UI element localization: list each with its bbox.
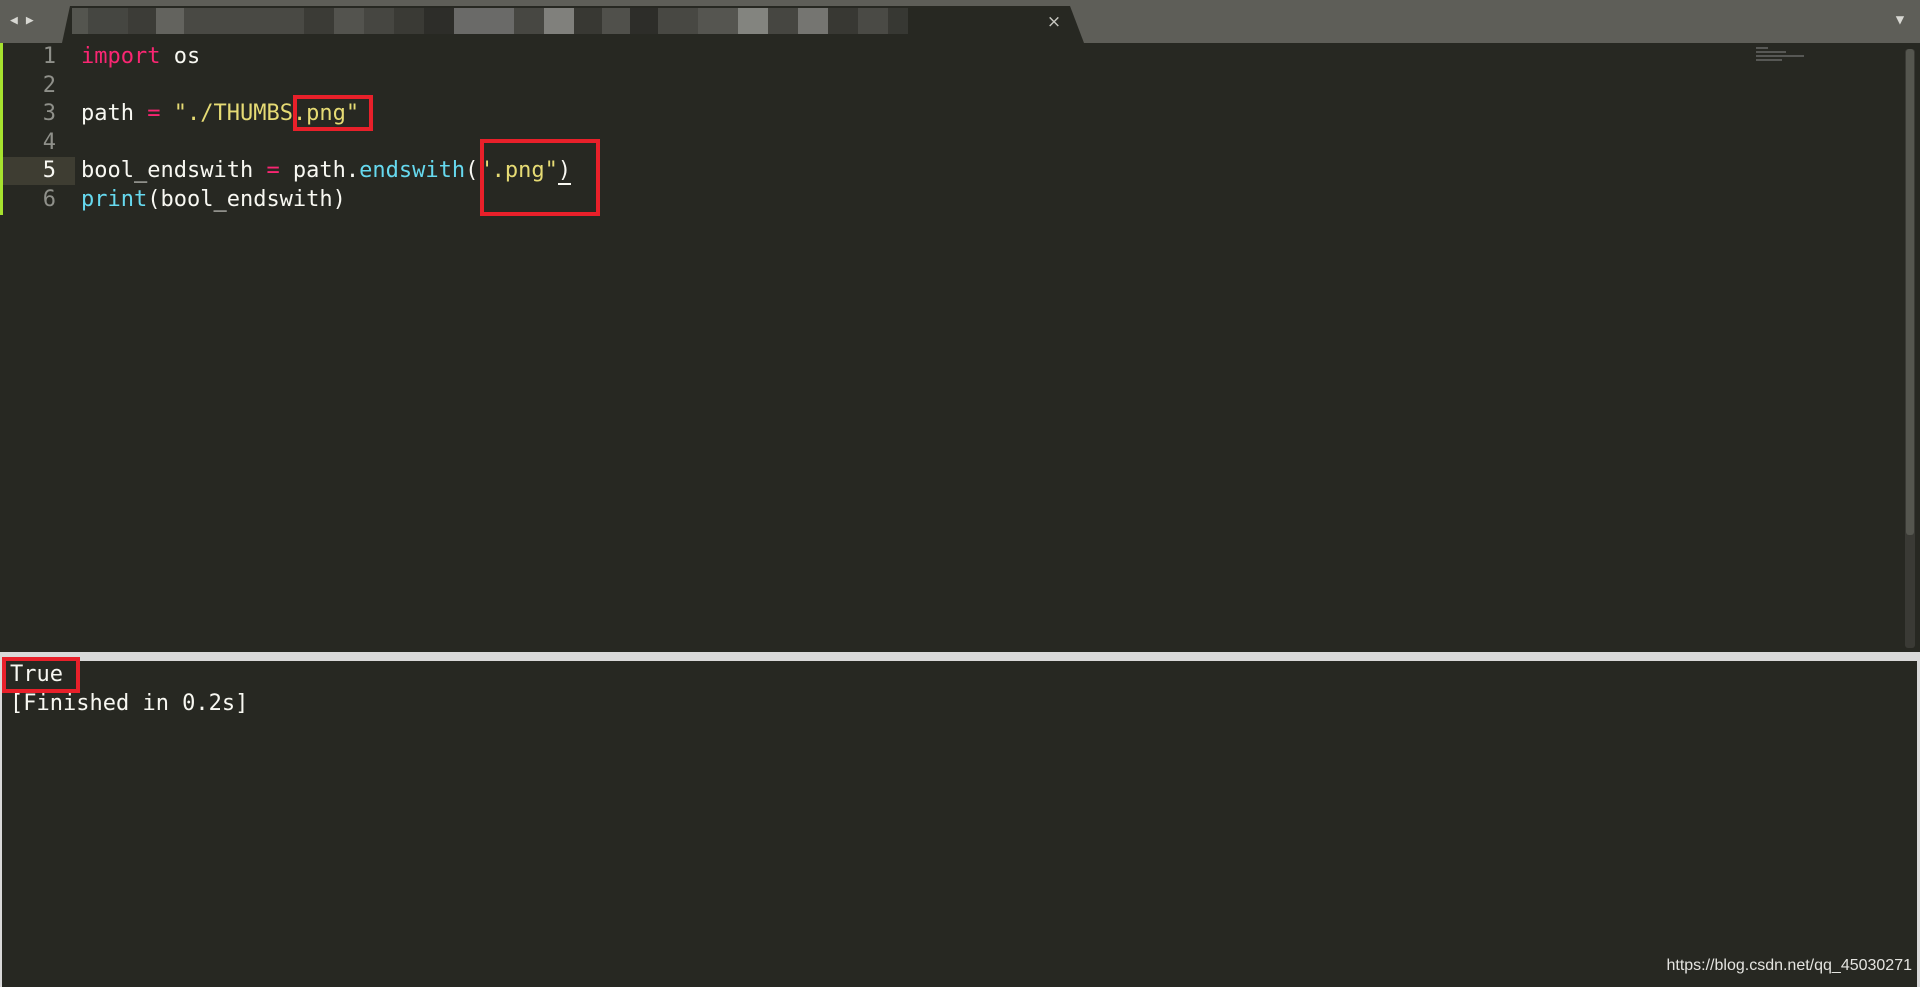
code-token: =: [147, 101, 161, 127]
close-tab-icon[interactable]: ×: [1044, 12, 1064, 32]
output-line-finished: [Finished in 0.2s]: [10, 691, 249, 716]
code-token: bool_endswith: [81, 158, 267, 184]
build-output-panel: True [Finished in 0.2s] https://blog.csd…: [0, 657, 1920, 987]
code-text[interactable]: bool_endswith = path.endswith(".png"): [81, 157, 572, 186]
minimap[interactable]: [1756, 47, 1804, 67]
forward-arrow-icon[interactable]: ▶: [26, 10, 34, 32]
code-text[interactable]: path = "./THUMBS.png": [81, 100, 359, 128]
back-arrow-icon[interactable]: ◀: [10, 10, 18, 32]
code-line[interactable]: 3 path = "./THUMBS.png": [0, 100, 1900, 128]
watermark-text: https://blog.csdn.net/qq_45030271: [1666, 957, 1912, 974]
output-line-result: True: [10, 662, 63, 687]
code-text[interactable]: import os: [81, 43, 200, 71]
line-number: 5: [42, 158, 56, 184]
code-token: os: [160, 44, 201, 69]
line-number: 1: [42, 44, 56, 69]
line-number: 6: [42, 187, 56, 212]
output-border: [0, 661, 2, 987]
active-tab[interactable]: [62, 6, 1084, 43]
code-line[interactable]: 6 print(bool_endswith): [0, 186, 1900, 214]
code-token: ".png": [478, 158, 558, 184]
code-line[interactable]: 1 import os: [0, 43, 1900, 71]
code-token: ): [557, 158, 572, 186]
line-number: 3: [42, 101, 56, 127]
code-line[interactable]: 4: [0, 129, 1900, 157]
line-number: 2: [42, 72, 56, 98]
vertical-scrollbar[interactable]: [1905, 49, 1915, 648]
code-token: (bool_endswith): [147, 187, 346, 212]
tab-bar: ◀ ▶ × ▼: [0, 0, 1920, 43]
code-token: (: [465, 158, 479, 184]
tab-title-redacted: [72, 8, 1042, 36]
tab-nav: ◀ ▶: [10, 10, 34, 32]
code-token: "./THUMBS.png": [173, 101, 360, 127]
line-number: 4: [42, 129, 56, 155]
code-token: path: [81, 101, 148, 127]
code-token: print: [81, 187, 148, 212]
code-token: endswith: [359, 158, 466, 184]
panel-splitter[interactable]: [0, 652, 1920, 661]
editor-window: ◀ ▶ × ▼ 1 import os 2 3 path = "./THUMBS…: [0, 0, 1920, 987]
code-token: path.: [279, 158, 360, 184]
scrollbar-thumb[interactable]: [1906, 49, 1914, 535]
code-line[interactable]: 5 bool_endswith = path.endswith(".png"): [0, 157, 1900, 186]
code-token: import: [81, 44, 161, 69]
code-token: =: [266, 158, 280, 184]
code-text[interactable]: print(bool_endswith): [81, 186, 346, 214]
chevron-down-icon[interactable]: ▼: [1892, 12, 1908, 28]
code-editor[interactable]: 1 import os 2 3 path = "./THUMBS.png" 4 5 bool_…: [0, 43, 1920, 652]
code-line[interactable]: 2: [0, 72, 1900, 100]
